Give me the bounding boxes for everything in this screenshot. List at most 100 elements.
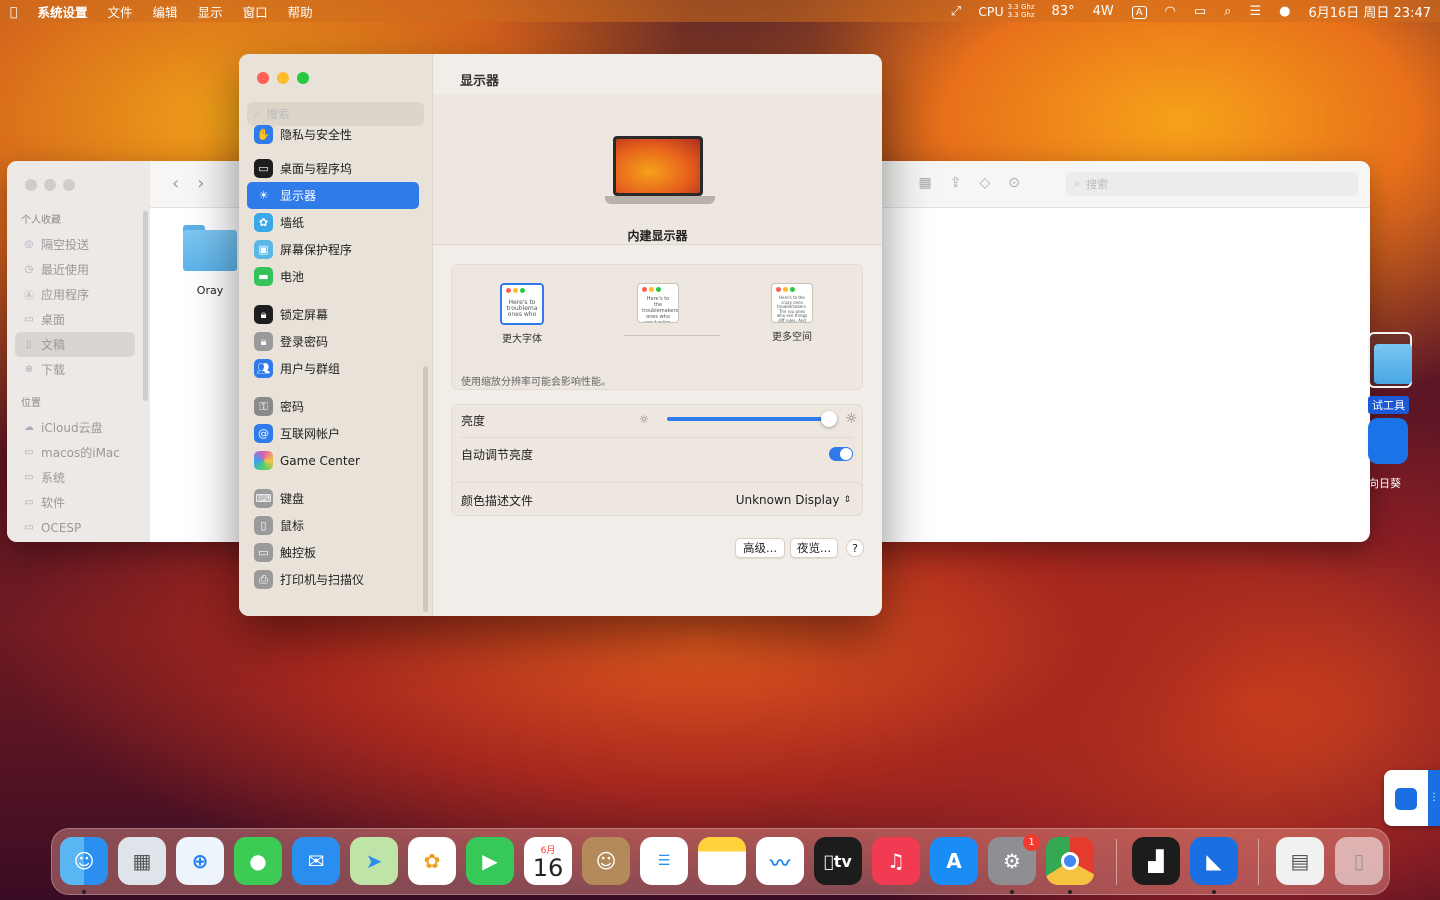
sunlogin-side-panel[interactable]: ⋮ — [1384, 770, 1440, 826]
forward-button[interactable]: › — [197, 173, 204, 194]
close-button[interactable] — [257, 72, 269, 84]
input-method-indicator[interactable]: A — [1123, 4, 1156, 19]
night-shift-button[interactable]: 夜览... — [790, 538, 838, 558]
sidebar-item-system[interactable]: ▭ 系统 — [7, 465, 150, 490]
menu-clock[interactable]: 6月16日 周日 23:47 — [1299, 2, 1440, 21]
sidebar-item-downloads[interactable]: ⊕ 下载 — [7, 357, 150, 382]
dock-appstore-icon[interactable]: A — [930, 837, 978, 885]
sidebar-item-displays[interactable]: ☀ 显示器 — [247, 182, 419, 209]
dock-facetime-icon[interactable]: ▶ — [466, 837, 514, 885]
dock-calendar-icon[interactable]: 6月 16 — [524, 837, 572, 885]
apple-menu-icon[interactable]:  — [0, 4, 28, 19]
sidebar-item-wallpaper[interactable]: ✿ 墙纸 — [247, 209, 419, 236]
desktop-folder-label[interactable]: 试工具 — [1368, 396, 1409, 414]
menu-help[interactable]: 帮助 — [278, 2, 323, 21]
resolution-option-default[interactable]: Here's to the troublemakers. ones who se… — [636, 283, 680, 328]
brightness-slider[interactable] — [667, 417, 829, 421]
finder-close-button[interactable] — [25, 179, 37, 191]
folder-oray-icon[interactable] — [183, 225, 237, 271]
settings-search-field[interactable]: ⌕ 搜索 — [247, 102, 424, 126]
more-icon[interactable]: ⋮ — [1428, 770, 1440, 826]
menu-file[interactable]: 文件 — [98, 2, 143, 21]
resolution-option-larger-text[interactable]: Here's to troublema ones who 更大字体 — [500, 283, 544, 345]
dock-mail-icon[interactable]: ✉ — [292, 837, 340, 885]
spotlight-search-icon[interactable]: ⌕ — [1215, 4, 1240, 19]
sidebar-item-privacy[interactable]: ✋ 隐私与安全性 — [247, 124, 419, 144]
sidebar-item-game-center[interactable]: Game Center — [247, 447, 419, 474]
sidebar-item-trackpad[interactable]: ▭ 触控板 — [247, 539, 419, 566]
menu-window[interactable]: 窗口 — [233, 2, 278, 21]
sidebar-item-applications[interactable]: Ⓐ 应用程序 — [7, 282, 150, 307]
dock-activity-monitor-icon[interactable]: ▟ — [1132, 837, 1180, 885]
sidebar-item-passwords[interactable]: ⚿ 密码 — [247, 393, 419, 420]
sidebar-item-desktop[interactable]: ▭ 桌面 — [7, 307, 150, 332]
sidebar-item-ocesp[interactable]: ▭ OCESP — [7, 515, 150, 540]
dock-maps-icon[interactable]: ➤ — [350, 837, 398, 885]
control-center-icon[interactable]: ☰ — [1240, 4, 1270, 19]
dock-messages-icon[interactable]: ● — [234, 837, 282, 885]
dock-trash-icon[interactable]: ▯ — [1335, 837, 1383, 885]
screen-mirror-icon[interactable]: ⤢ — [942, 4, 970, 19]
menu-view[interactable]: 显示 — [188, 2, 233, 21]
sidebar-item-software[interactable]: ▭ 软件 — [7, 490, 150, 515]
power-usage[interactable]: 4W — [1084, 4, 1123, 19]
dock-contacts-icon[interactable]: ☺ — [582, 837, 630, 885]
finder-minimize-button[interactable] — [44, 179, 56, 191]
auto-brightness-toggle[interactable] — [829, 447, 853, 461]
zoom-button[interactable] — [297, 72, 309, 84]
desktop-sunlogin-icon[interactable] — [1368, 418, 1408, 464]
sidebar-item-mouse[interactable]: ▯ 鼠标 — [247, 512, 419, 539]
sidebar-item-keyboard[interactable]: ⌨ 键盘 — [247, 485, 419, 512]
sidebar-item-imac[interactable]: ▭ macos的iMac — [7, 440, 150, 465]
tag-icon[interactable]: ◇ — [979, 175, 990, 191]
sidebar-item-desktop-dock[interactable]: ▭ 桌面与程序坞 — [247, 155, 419, 182]
dock-notes-icon[interactable] — [698, 837, 746, 885]
finder-search-field[interactable]: ⌕ 搜索 — [1066, 172, 1358, 196]
dock-safari-icon[interactable]: ⊕ — [176, 837, 224, 885]
cpu-monitor[interactable]: CPU 3.3 Ghz 3.3 Ghz — [970, 3, 1042, 19]
minimize-button[interactable] — [277, 72, 289, 84]
sidebar-item-icloud[interactable]: ☁ iCloud云盘 — [7, 415, 150, 440]
back-button[interactable]: ‹ — [172, 173, 179, 194]
sidebar-item-battery[interactable]: ▬ 电池 — [247, 263, 419, 290]
sidebar-item-login-password[interactable]: 🔒︎ 登录密码 — [247, 328, 419, 355]
sidebar-item-airdrop[interactable]: ◎ 隔空投送 — [7, 232, 150, 257]
desktop-app-label[interactable]: 向日葵 — [1368, 475, 1401, 491]
dock-system-settings-icon[interactable]: ⚙ 1 — [988, 834, 1040, 885]
cpu-temp[interactable]: 83° — [1043, 4, 1084, 19]
desktop-folder-icon[interactable] — [1368, 332, 1412, 388]
dock-photos-icon[interactable]: ✿ — [408, 837, 456, 885]
dock-launchpad-icon[interactable]: ▦ — [118, 837, 166, 885]
finder-sidebar-scrollbar[interactable] — [143, 211, 148, 401]
dock-sunlogin-icon[interactable]: ◣ — [1190, 837, 1238, 885]
battery-icon[interactable]: ▭ — [1185, 4, 1215, 19]
sidebar-scrollbar[interactable] — [423, 366, 428, 612]
dock-reminders-icon[interactable]: ☰ — [640, 837, 688, 885]
sidebar-item-internet-accounts[interactable]: @ 互联网帐户 — [247, 420, 419, 447]
sidebar-item-recents[interactable]: ◷ 最近使用 — [7, 257, 150, 282]
advanced-button[interactable]: 高级... — [735, 538, 785, 558]
folder-oray-label[interactable]: Oray — [183, 284, 237, 297]
sidebar-item-printers[interactable]: ⎙ 打印机与扫描仪 — [247, 566, 419, 593]
more-actions-icon[interactable]: ⊙ — [1008, 175, 1020, 191]
resolution-option-more-space[interactable]: Here's to the crazy ones troublemakers. … — [770, 283, 814, 343]
dock-chrome-icon[interactable] — [1046, 837, 1094, 885]
sidebar-item-users-groups[interactable]: 👥︎ 用户与群组 — [247, 355, 419, 382]
view-options-icon[interactable]: ▦ — [919, 175, 932, 191]
dock-tv-icon[interactable]: tv — [814, 837, 862, 885]
color-profile-select[interactable]: Unknown Display ⇕ — [736, 493, 851, 507]
dock-freeform-icon[interactable]: 〰 — [756, 837, 804, 885]
dock-finder-icon[interactable]: ☺ — [60, 837, 108, 885]
siri-icon[interactable]: ● — [1270, 4, 1299, 19]
share-icon[interactable]: ⇪ — [950, 175, 962, 191]
brightness-slider-knob[interactable] — [821, 411, 837, 427]
sidebar-item-documents[interactable]: ▯ 文稿 — [15, 332, 135, 357]
sidebar-item-screensaver[interactable]: ▣ 屏幕保护程序 — [247, 236, 419, 263]
dock-document-icon[interactable]: ▤ — [1276, 837, 1324, 885]
sidebar-item-lock-screen[interactable]: 🔒︎ 锁定屏幕 — [247, 301, 419, 328]
dock-music-icon[interactable]: ♫ — [872, 837, 920, 885]
menu-edit[interactable]: 编辑 — [143, 2, 188, 21]
menu-app-name[interactable]: 系统设置 — [28, 2, 98, 21]
laptop-display-icon[interactable] — [605, 136, 715, 208]
wifi-icon[interactable]: ◠ — [1156, 4, 1185, 19]
